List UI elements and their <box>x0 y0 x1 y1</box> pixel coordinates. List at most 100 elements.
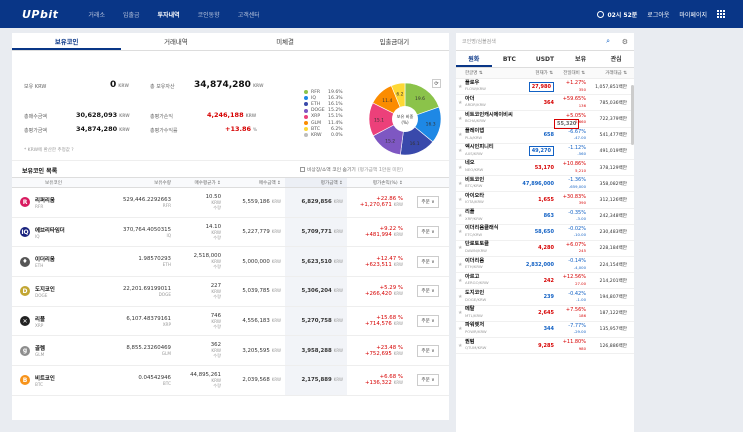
header-2[interactable]: 매수평균가 ↕ <box>175 180 225 186</box>
market-row[interactable]: ★ 비트코인 BTC/KRW 47,896,000 -1.36% -659,000 358,… <box>456 176 634 193</box>
star-icon[interactable]: ★ <box>458 343 462 349</box>
header-1: 보유수량 <box>154 180 171 186</box>
nav-item[interactable]: 고객센터 <box>238 10 260 19</box>
market-header-1[interactable]: 현재가 ⇅ <box>518 70 556 76</box>
coin-search-input[interactable]: 코인명/심볼검색 <box>462 38 496 45</box>
star-icon[interactable]: ★ <box>458 165 462 171</box>
order-button[interactable]: 주문 ∨ <box>417 315 439 328</box>
refresh-icon[interactable]: ⟳ <box>432 79 441 88</box>
star-icon[interactable]: ★ <box>458 278 462 284</box>
gear-icon[interactable]: ⚙ <box>622 38 628 46</box>
star-icon[interactable]: ★ <box>458 197 462 203</box>
nav-item[interactable]: 거래소 <box>88 10 105 19</box>
hide-small-option[interactable]: 비상장/소액 코인 숨기기 (평가금액 1만원 미만) <box>300 166 403 173</box>
market-header-3[interactable]: 거래대금 ⇅ <box>588 70 630 76</box>
market-row[interactable]: ★ 아르고 AERGO/KRW 242 +12.56% 27.00 214,201백만 <box>456 273 634 290</box>
market-header-0[interactable]: 한글명 ⇅ <box>456 70 518 76</box>
star-icon[interactable]: ★ <box>458 132 462 138</box>
market-tab-4[interactable]: 관심 <box>598 51 634 67</box>
market-row[interactable]: ★ 도지코인 DOGE/KRW 239 -0.42% -1.00 194,807백만 <box>456 289 634 306</box>
holding-row[interactable]: B 비트코인 BTC 0.04542946 BTC 44,895,261 KRW 수량 2,03… <box>12 366 449 396</box>
holdings-table-header: 보유코인 보유수량 매수평균가 ↕ 매수금액 ↕ 평가금액 ↕ 평가손익(%) ↕ <box>12 177 449 188</box>
order-button[interactable]: 주문 ∨ <box>417 344 439 357</box>
star-icon[interactable]: ★ <box>458 245 462 251</box>
order-cell: 주문 ∨ <box>407 226 449 239</box>
buy-amount-cell: 5,227,779 KRW <box>225 229 285 235</box>
hide-small-checkbox[interactable] <box>300 167 305 172</box>
market-row[interactable]: ★ 아더 ARDR/KRW 364 +59.65% 136 785,036백만 <box>456 95 634 112</box>
order-button[interactable]: 주문 ∨ <box>417 226 439 239</box>
coin-search[interactable]: 코인명/심볼검색 ⌕ ⚙ <box>456 33 634 51</box>
holding-row[interactable]: D 도지코인 DOGE 22,201.69199011 DOGE 227 KRW 수량 5,03… <box>12 277 449 307</box>
upbit-logo[interactable]: UPbit <box>22 8 58 21</box>
star-icon[interactable]: ★ <box>458 262 462 268</box>
market-change: -0.14% -4,000 <box>556 259 588 270</box>
star-icon[interactable]: ★ <box>458 181 462 187</box>
market-row[interactable]: ★ 단로토토클 DAWN/KRW 4,280 +6.07% 245 228,184백만 <box>456 241 634 258</box>
header-3[interactable]: 매수금액 ↕ <box>225 180 285 186</box>
holding-row[interactable]: g 골렘 GLM 8,855.23260469 GLM 362 KRW 수량 3,205,595… <box>12 336 449 367</box>
order-button[interactable]: 주문 ∨ <box>417 374 439 387</box>
holding-row[interactable]: ♦ 이더리움 ETH 1.98570293 ETH 2,518,000 KRW 수량 5,000… <box>12 247 449 278</box>
market-tab-0[interactable]: 원화 <box>456 51 492 67</box>
tab-1[interactable]: 거래내역 <box>121 33 230 50</box>
market-table-header: 한글명 ⇅ 현재가 ⇅ 전일대비 ⇅ 거래대금 ⇅ <box>456 68 634 79</box>
header-5[interactable]: 평가손익(%) ↕ <box>347 180 407 186</box>
tab-3[interactable]: 입출금대기 <box>340 33 449 50</box>
pnl-value: +481,994 <box>364 232 392 239</box>
market-price-value: 364 <box>543 99 554 106</box>
nav-item[interactable]: 투자내역 <box>158 10 180 19</box>
order-button[interactable]: 주문 ∨ <box>417 285 439 298</box>
market-change-pct: +30.83% <box>562 193 586 200</box>
eval-amount: 5,623,510 KRW <box>285 259 343 265</box>
market-row[interactable]: ★ 플레이댑 PLA/KRW 658 -6.67% -47.00 541,477백만 <box>456 128 634 144</box>
market-tab-2[interactable]: USDT <box>527 51 563 67</box>
star-icon[interactable]: ★ <box>458 310 462 316</box>
star-icon[interactable]: ★ <box>458 213 462 219</box>
nav-item[interactable]: 코인동향 <box>198 10 220 19</box>
grid-menu-icon[interactable] <box>717 10 725 18</box>
scrollbar[interactable] <box>631 85 634 145</box>
star-icon[interactable]: ★ <box>458 148 462 154</box>
market-row[interactable]: ★ 플로우 FLOW/KRW 27,980 +1.27% 350 1,057,851백만 <box>456 79 634 96</box>
tab-0[interactable]: 보유코인 <box>12 33 122 50</box>
market-row[interactable]: ★ 메탈 MTL/KRW 2,645 +7.56% 186 187,122백만 <box>456 306 634 322</box>
market-tab-1[interactable]: BTC <box>492 51 528 67</box>
market-header-2[interactable]: 전일대비 ⇅ <box>556 70 588 76</box>
market-row[interactable]: ★ 이더리움클래식 ETC/KRW 58,650 -0.02% -10.00 230,483… <box>456 225 634 241</box>
market-tab-3[interactable]: 보유 <box>563 51 599 67</box>
market-row[interactable]: ★ 네오 NEO/KRW 53,170 +10.86% 5,210 378,129백만 <box>456 160 634 177</box>
market-row[interactable]: ★ 비트코인캐시에이비씨 BCHA/KRW 55,320 +5.05% 2,660 722,… <box>456 111 634 129</box>
tab-2[interactable]: 미체결 <box>231 33 340 50</box>
order-button[interactable]: 주문 ∨ <box>417 196 439 209</box>
buy-amount-cell: 3,205,595 KRW <box>225 348 285 354</box>
star-icon[interactable]: ★ <box>458 326 462 332</box>
market-change-pct: -7.77% <box>568 323 586 329</box>
avg-price-cell: 2,518,000 KRW 수량 <box>175 253 225 270</box>
market-row[interactable]: ★ 리플 XRP/KRW 863 -0.35% -3.00 242,348백만 <box>456 209 634 225</box>
market-row[interactable]: ★ 파워렛저 POWR/KRW 344 -7.77% -29.00 135,957백만 <box>456 322 634 338</box>
holding-row[interactable]: IQ 에브리타임더 IQ 370,764.4050315 IQ 14.10 KRW 수량 5,2… <box>12 217 449 248</box>
market-row[interactable]: ★ 퀀텀 QTUM/KRW 9,285 +11.80% 980 126,886백만 <box>456 338 634 355</box>
market-row[interactable]: ★ 이더리움 ETH/KRW 2,832,000 -0.14% -4,000 224,154… <box>456 257 634 274</box>
logout-link[interactable]: 로그아웃 <box>647 10 669 19</box>
market-volume: 358,082백만 <box>599 181 627 187</box>
market-row[interactable]: ★ 엑시인피니티 AXS/KRW 49,270 -1.12% -560 491,019백만 <box>456 144 634 160</box>
star-icon[interactable]: ★ <box>458 229 462 235</box>
nav-item[interactable]: 입출금 <box>123 10 140 19</box>
holding-row[interactable]: R 리퍼리움 RFR 529,446.2292663 RFR 10.50 KRW 수량 5,55… <box>12 188 449 218</box>
mypage-link[interactable]: 마이페이지 <box>679 10 707 19</box>
market-row[interactable]: ★ 아이오타 IOTA/KRW 1,655 +30.83% 390 312,126백만 <box>456 192 634 209</box>
star-icon[interactable]: ★ <box>458 100 462 106</box>
star-icon[interactable]: ★ <box>458 116 462 122</box>
market-change: +30.83% 390 <box>556 193 588 206</box>
quantity-symbol: DOGE <box>158 291 171 297</box>
search-icon[interactable]: ⌕ <box>606 37 610 46</box>
header-4[interactable]: 평가금액 ↕ <box>285 178 347 187</box>
star-icon[interactable]: ★ <box>458 294 462 300</box>
holding-row[interactable]: ✕ 리플 XRP 6,107.48379161 XRP 746 KRW 수량 4,556,183… <box>12 306 449 337</box>
coin-name: 도지코인 <box>35 286 55 293</box>
star-icon[interactable]: ★ <box>458 84 462 90</box>
order-button[interactable]: 주문 ∨ <box>417 255 439 268</box>
market-change: +1.27% 350 <box>556 80 588 92</box>
